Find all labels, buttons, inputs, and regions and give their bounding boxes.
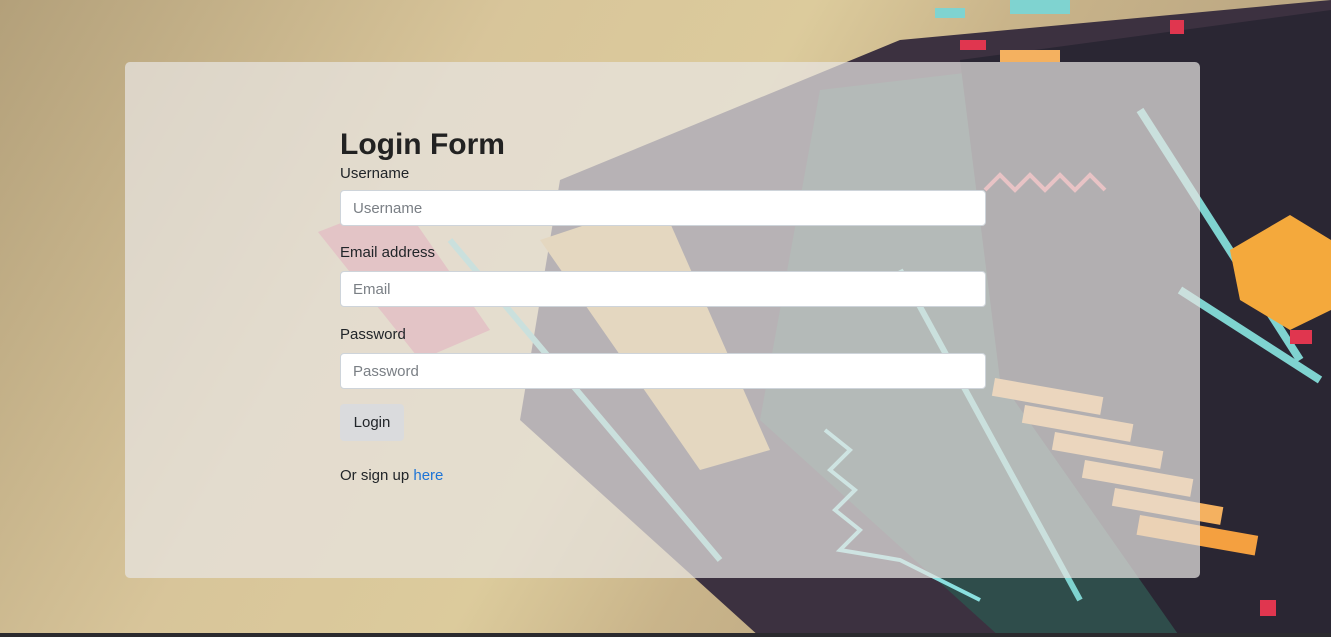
password-group: Password: [340, 326, 986, 389]
page-title: Login Form: [340, 128, 505, 161]
username-label: Username: [340, 165, 410, 182]
login-form: Login Form Username Email address Passwo…: [340, 125, 986, 484]
email-input[interactable]: [340, 271, 986, 307]
email-label: Email address: [340, 244, 436, 261]
password-label: Password: [340, 326, 406, 343]
username-group: Username: [340, 165, 986, 226]
signup-prefix: Or sign up: [340, 467, 414, 484]
username-input[interactable]: [340, 190, 986, 226]
signup-link[interactable]: here: [413, 467, 443, 484]
email-group: Email address: [340, 244, 986, 307]
login-button[interactable]: Login: [340, 404, 404, 441]
password-input[interactable]: [340, 353, 986, 389]
signup-text: Or sign up here: [340, 467, 986, 484]
